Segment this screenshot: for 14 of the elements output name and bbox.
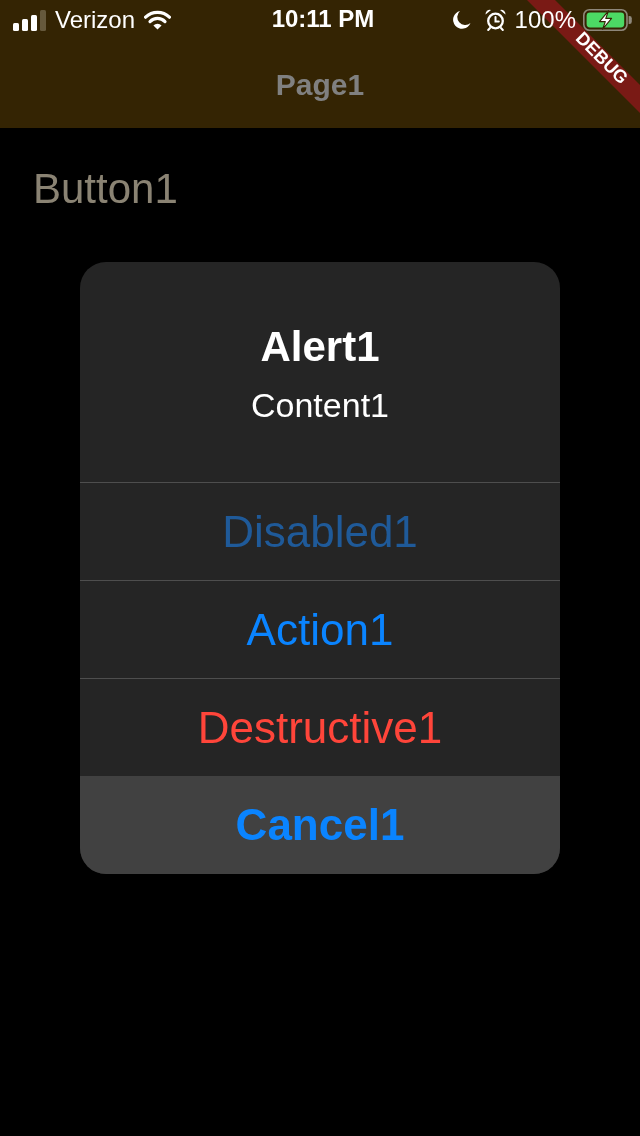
text-button[interactable]: Button1: [33, 165, 178, 213]
signal-icon: [13, 9, 46, 31]
battery-charging-icon: [583, 9, 633, 31]
battery-percentage: 100%: [514, 8, 576, 32]
cancel-button[interactable]: Cancel1: [80, 776, 560, 874]
clock-time: 10:11 PM: [271, 4, 375, 32]
alert-title: Alert1: [259, 323, 381, 371]
moon-icon: [451, 10, 471, 30]
wifi-icon: [144, 10, 172, 30]
page-title: Page1: [275, 66, 365, 102]
alert-action-button[interactable]: Action1: [80, 580, 560, 678]
alert-message: Content1: [250, 386, 390, 425]
carrier-name: Verizon: [55, 8, 136, 32]
alarm-clock-icon: [484, 9, 506, 31]
